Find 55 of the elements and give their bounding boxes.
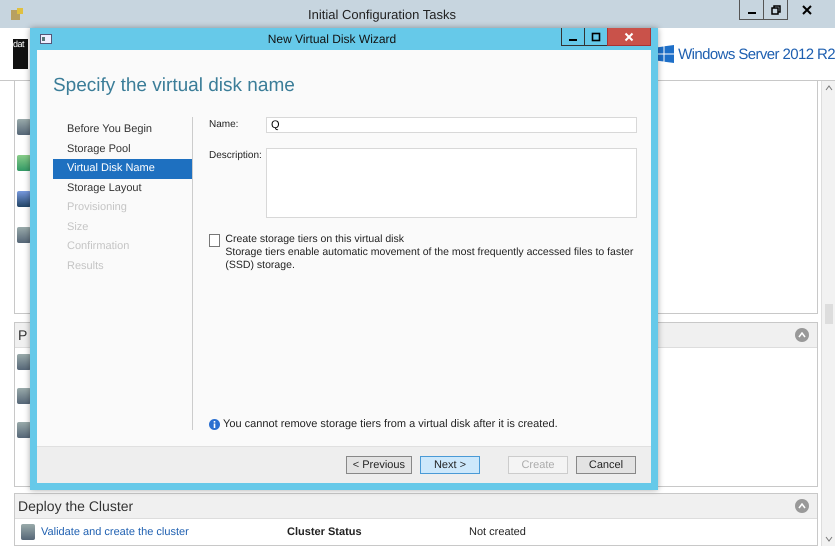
scroll-down-icon[interactable] — [824, 536, 832, 542]
description-field[interactable] — [266, 148, 637, 218]
task-icon — [17, 354, 31, 370]
task-icon — [17, 388, 31, 404]
caret-up-icon — [798, 332, 806, 338]
task-icon — [17, 119, 31, 135]
close-button[interactable] — [607, 28, 651, 46]
section-title: Deploy the Cluster — [18, 498, 134, 514]
scrollbar[interactable] — [821, 81, 835, 546]
page-heading: Specify the virtual disk name — [52, 74, 296, 98]
task-link[interactable]: Validate and create the cluster — [41, 526, 281, 538]
checkbox[interactable] — [209, 234, 220, 247]
minimize-button[interactable] — [739, 0, 764, 20]
info-icon — [209, 418, 220, 430]
wizard-step[interactable]: Before You Begin — [53, 120, 192, 140]
name-field[interactable]: Q — [266, 117, 637, 133]
wizard-step[interactable]: Storage Pool — [53, 140, 192, 159]
caret-up-icon — [798, 503, 806, 509]
status-value: Not created — [469, 526, 526, 538]
restore-button[interactable] — [763, 0, 788, 20]
logo-tile: dat — [13, 39, 28, 69]
task-icon — [17, 422, 31, 438]
field-label: Description: — [209, 149, 263, 163]
minimize-icon — [569, 38, 577, 40]
wizard-step[interactable]: Virtual Disk Name — [53, 159, 192, 178]
window-icon — [40, 34, 52, 44]
maximize-button[interactable] — [584, 28, 608, 46]
scroll-up-icon[interactable] — [824, 85, 832, 91]
help-text: Storage tiers enable automatic movement of the most frequently accessed files to faster (SSD) storage. — [225, 246, 634, 272]
wizard-button[interactable]: < Previous — [346, 456, 412, 474]
info-message: You cannot remove storage tiers from a virtual disk after it is created. — [223, 418, 558, 430]
wizard-button[interactable]: Next > — [420, 456, 480, 474]
task-icon — [17, 155, 31, 171]
window-title: Initial Configuration Tasks — [307, 6, 457, 22]
collapse-button[interactable] — [795, 328, 809, 342]
restore-icon — [770, 4, 780, 14]
close-icon — [624, 32, 634, 42]
section-title: P — [18, 327, 28, 343]
wizard-button[interactable]: Cancel — [576, 456, 636, 474]
task-icon — [21, 524, 35, 540]
checkbox-label[interactable]: Create storage tiers on this virtual disk — [225, 233, 637, 246]
minimize-button[interactable] — [561, 28, 585, 46]
windows-logo-icon — [656, 45, 674, 63]
field-label: Name: — [209, 118, 240, 132]
status-label: Cluster Status — [287, 526, 363, 538]
maximize-icon — [591, 32, 601, 42]
product-name: Windows Server 2012 R2 — [678, 46, 835, 62]
close-icon — [802, 5, 812, 15]
task-icon — [17, 227, 31, 243]
minimize-icon — [748, 12, 756, 14]
app-icon — [10, 7, 24, 21]
wizard-step[interactable]: Storage Layout — [53, 178, 192, 198]
task-icon — [17, 191, 31, 207]
collapse-button[interactable] — [795, 499, 809, 513]
dialog-title: New Virtual Disk Wizard — [266, 32, 398, 46]
